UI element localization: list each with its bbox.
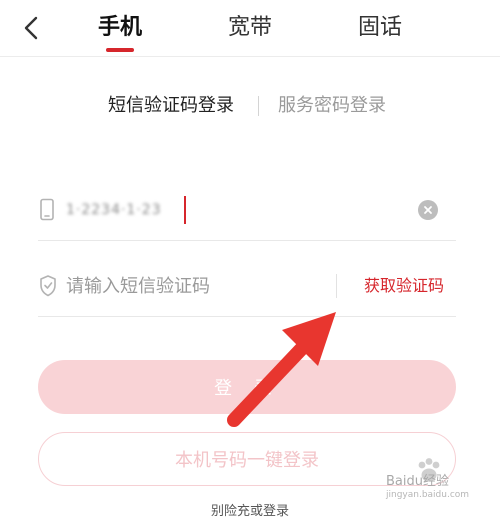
close-icon [424,206,432,214]
tab-landline[interactable]: 固话 [356,12,404,44]
watermark-brand: Baidu经验 [386,474,449,489]
clear-icon[interactable] [418,200,438,220]
tab-broadband[interactable]: 宽带 [226,12,274,44]
back-button[interactable] [14,8,50,48]
login-button[interactable]: 登 录 [38,360,456,414]
phone-icon [40,198,54,221]
watermark-domain: jingyan.baidu.com [386,490,470,500]
active-tab-underline [106,48,134,52]
sms-code-input[interactable] [66,270,326,302]
tab-mobile[interactable]: 手机 [96,12,144,44]
code-divider [336,274,337,298]
text-cursor [184,196,186,224]
phone-field-row: 1·2234·1·23 [38,180,456,241]
get-code-button[interactable]: 获取验证码 [364,272,444,300]
baidu-watermark: Baidu经验 jingyan.baidu.com [386,456,494,508]
sms-login-tab[interactable]: 短信验证码登录 [108,92,234,120]
mode-divider [258,96,259,116]
top-bar: 手机 宽带 固话 [0,0,500,57]
login-mode-switch: 短信验证码登录 服务密码登录 [0,92,500,120]
sms-field-row: 获取验证码 [38,256,456,317]
chevron-left-icon [24,16,38,40]
shield-icon [40,275,56,297]
password-login-tab[interactable]: 服务密码登录 [278,92,386,120]
phone-number-value[interactable]: 1·2234·1·23 [66,196,162,224]
